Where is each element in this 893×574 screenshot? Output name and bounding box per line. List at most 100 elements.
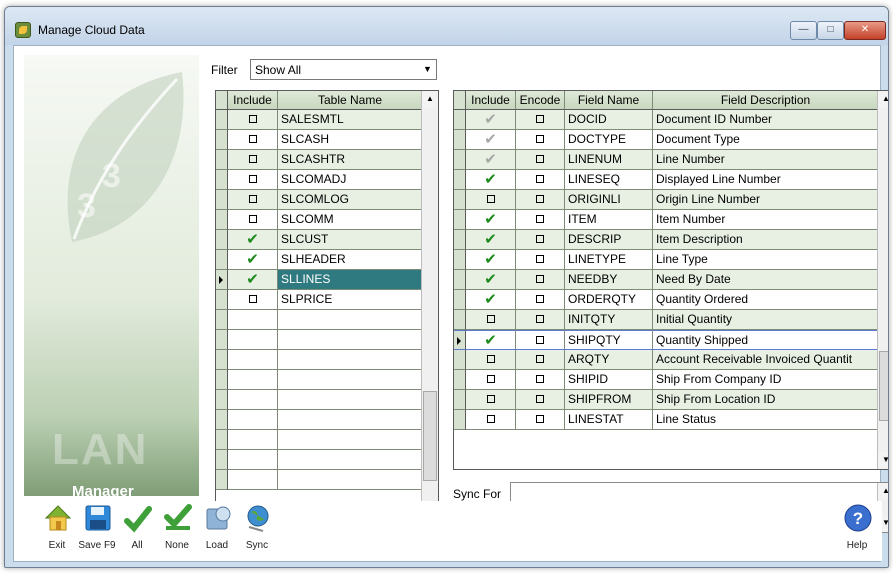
encode-checkbox[interactable] [516, 390, 565, 410]
scroll-down-icon[interactable]: ▼ [878, 452, 888, 469]
encode-checkbox[interactable] [516, 170, 565, 190]
encode-checkbox[interactable] [516, 230, 565, 250]
include-checkbox[interactable]: ✔ [466, 210, 516, 230]
vertical-scrollbar[interactable]: ▲▼ [421, 91, 438, 532]
encode-checkbox[interactable] [516, 190, 565, 210]
vertical-scrollbar[interactable]: ▲▼ [877, 91, 888, 469]
table-row[interactable]: ✔ SLCUST [216, 230, 423, 250]
include-checkbox[interactable] [228, 170, 278, 190]
include-checkbox[interactable] [228, 150, 278, 170]
table-row[interactable]: SLCOMM [216, 210, 423, 230]
table-row[interactable]: SLPRICE [216, 290, 423, 310]
include-checkbox[interactable]: ✔ [466, 170, 516, 190]
include-checkbox[interactable]: ✔ [228, 250, 278, 270]
include-checkbox[interactable] [466, 350, 516, 370]
table-row[interactable]: SLCOMADJ [216, 170, 423, 190]
field-row[interactable]: ✔ DOCID Document ID Number [454, 110, 879, 130]
table-row[interactable]: ✔ SLLINES [216, 270, 423, 290]
table-row[interactable]: SLCASHTR [216, 150, 423, 170]
include-checkbox[interactable] [228, 110, 278, 130]
include-checkbox[interactable] [228, 210, 278, 230]
encode-checkbox[interactable] [516, 110, 565, 130]
field-row[interactable]: SHIPID Ship From Company ID [454, 370, 879, 390]
include-checkbox[interactable] [466, 310, 516, 330]
include-checkbox[interactable]: ✔ [466, 230, 516, 250]
include-checkbox[interactable] [466, 370, 516, 390]
encode-checkbox[interactable] [516, 270, 565, 290]
scrollbar-thumb[interactable] [423, 391, 437, 481]
include-checkbox[interactable] [466, 410, 516, 430]
encode-checkbox[interactable] [516, 330, 565, 350]
close-button[interactable]: ✕ [844, 21, 886, 40]
field-row[interactable]: ARQTY Account Receivable Invoiced Quantit [454, 350, 879, 370]
field-row[interactable]: SHIPFROM Ship From Location ID [454, 390, 879, 410]
include-checkbox[interactable]: ✔ [228, 270, 278, 290]
include-checkbox[interactable]: ✔ [466, 150, 516, 170]
table-name-cell: SLHEADER [278, 250, 423, 270]
include-checkbox[interactable] [228, 290, 278, 310]
table-row[interactable]: SLCASH [216, 130, 423, 150]
field-row[interactable]: ✔ DOCTYPE Document Type [454, 130, 879, 150]
sync-button[interactable]: Sync [237, 503, 277, 559]
include-checkbox[interactable]: ✔ [466, 290, 516, 310]
filter-dropdown[interactable]: Show All ▼ [250, 59, 437, 80]
column-header-include[interactable]: Include [466, 91, 516, 110]
field-row[interactable]: ✔ LINESEQ Displayed Line Number [454, 170, 879, 190]
field-row[interactable]: ✔ NEEDBY Need By Date [454, 270, 879, 290]
field-row[interactable]: ORIGINLI Origin Line Number [454, 190, 879, 210]
encode-checkbox[interactable] [516, 290, 565, 310]
scroll-up-icon[interactable]: ▲ [878, 483, 888, 500]
field-row[interactable]: ✔ ORDERQTY Quantity Ordered [454, 290, 879, 310]
column-header-field-name[interactable]: Field Name [565, 91, 653, 110]
column-header-table-name[interactable]: Table Name [278, 91, 423, 110]
scroll-up-icon[interactable]: ▲ [878, 91, 888, 108]
include-checkbox[interactable] [466, 190, 516, 210]
scrollbar-thumb[interactable] [879, 351, 888, 421]
field-row[interactable]: ✔ LINETYPE Line Type [454, 250, 879, 270]
column-header-include[interactable]: Include [228, 91, 278, 110]
chevron-down-icon[interactable]: ▼ [421, 63, 434, 76]
include-checkbox[interactable]: ✔ [228, 230, 278, 250]
tables-grid[interactable]: Include Table Name SALESMTL SLCASH SLCASHTR S… [215, 90, 439, 533]
title-bar[interactable]: Manage Cloud Data — □ ✕ [5, 7, 888, 45]
field-row[interactable]: ✔ DESCRIP Item Description [454, 230, 879, 250]
field-row[interactable]: ✔ ITEM Item Number [454, 210, 879, 230]
encode-checkbox[interactable] [516, 250, 565, 270]
field-row[interactable]: ✔ LINENUM Line Number [454, 150, 879, 170]
include-checkbox[interactable]: ✔ [466, 110, 516, 130]
column-header-field-description[interactable]: Field Description [653, 91, 879, 110]
encode-checkbox[interactable] [516, 150, 565, 170]
include-checkbox[interactable]: ✔ [466, 270, 516, 290]
include-checkbox[interactable] [228, 190, 278, 210]
maximize-button[interactable]: □ [817, 21, 844, 40]
include-checkbox[interactable]: ✔ [466, 130, 516, 150]
include-checkbox [228, 390, 278, 410]
include-checkbox[interactable]: ✔ [466, 250, 516, 270]
row-indicator [454, 110, 466, 130]
empty-row [216, 370, 423, 390]
table-row[interactable]: SALESMTL [216, 110, 423, 130]
table-row[interactable]: SLCOMLOG [216, 190, 423, 210]
encode-checkbox[interactable] [516, 410, 565, 430]
row-indicator [216, 110, 228, 130]
field-row[interactable]: INITQTY Initial Quantity [454, 310, 879, 330]
help-button[interactable]: ? Help [837, 503, 877, 559]
encode-checkbox[interactable] [516, 130, 565, 150]
scroll-up-icon[interactable]: ▲ [422, 91, 438, 108]
encode-checkbox[interactable] [516, 350, 565, 370]
minimize-button[interactable]: — [790, 21, 817, 40]
include-checkbox[interactable]: ✔ [466, 330, 516, 350]
table-name-cell: SLCASHTR [278, 150, 423, 170]
encode-checkbox[interactable] [516, 310, 565, 330]
include-checkbox[interactable] [466, 390, 516, 410]
empty-row [216, 350, 423, 370]
field-row[interactable]: ✔ SHIPQTY Quantity Shipped [454, 330, 879, 350]
row-indicator [216, 310, 228, 330]
field-row[interactable]: LINESTAT Line Status [454, 410, 879, 430]
table-row[interactable]: ✔ SLHEADER [216, 250, 423, 270]
encode-checkbox[interactable] [516, 210, 565, 230]
fields-grid[interactable]: Include Encode Field Name Field Description… [453, 90, 888, 470]
include-checkbox[interactable] [228, 130, 278, 150]
column-header-encode[interactable]: Encode [516, 91, 565, 110]
encode-checkbox[interactable] [516, 370, 565, 390]
